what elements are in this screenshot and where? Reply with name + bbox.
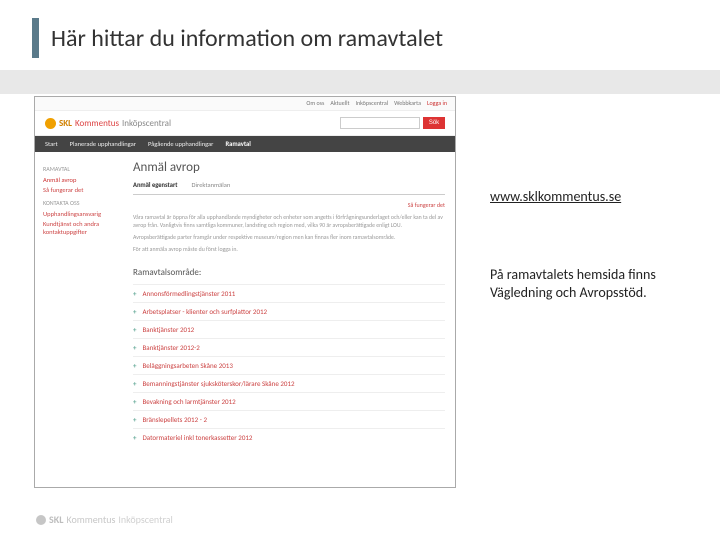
list-item-link[interactable]: Banktjänster 2012: [143, 325, 195, 334]
list-item-link[interactable]: Bränslepellets 2012 - 2: [143, 415, 208, 424]
search-button[interactable]: Sök: [423, 117, 445, 129]
logo-text: SKL: [59, 118, 72, 129]
search-area: Sök: [340, 117, 445, 129]
title-accent: [32, 18, 39, 58]
expand-icon: +: [133, 325, 137, 334]
list-item[interactable]: + Banktjänster 2012: [133, 320, 445, 338]
sidebar-link[interactable]: Kundtjänst och andra kontaktuppgifter: [43, 220, 117, 236]
list-item[interactable]: + Beläggningsarbeten Skåne 2013: [133, 356, 445, 374]
expand-icon: +: [133, 415, 137, 424]
list-item[interactable]: + Arbetsplatser - klienter och surfplatto…: [133, 302, 445, 320]
sidebar-link[interactable]: Anmäl avrop: [43, 176, 117, 184]
list-item-link[interactable]: Annonsförmedlingstjänster 2011: [143, 289, 236, 298]
topbar-link[interactable]: Om oss: [306, 99, 324, 108]
topbar-login[interactable]: Logga in: [427, 99, 447, 108]
sidebar-heading: KONTAKTA OSS: [43, 199, 117, 207]
footer-text: Inköpscentral: [118, 513, 172, 526]
tab-active[interactable]: Anmäl egenstart: [133, 181, 178, 191]
paragraph: Avropsberättigade parter framgår under r…: [133, 233, 445, 241]
slide-link[interactable]: www.sklkommentus.se: [490, 188, 621, 206]
sidebar-link[interactable]: Så fungerar det: [43, 186, 117, 194]
site-logo[interactable]: SKL Kommentus Inköpscentral: [45, 118, 171, 129]
logo-text: Kommentus: [75, 118, 119, 129]
group-heading: Ramavtalsområde:: [133, 267, 445, 278]
sub-row: Så fungerar det: [133, 201, 445, 209]
tabs: Anmäl egenstart Direktanmälan: [133, 181, 445, 195]
list-item[interactable]: + Bränslepellets 2012 - 2: [133, 410, 445, 428]
nav-item-active[interactable]: Ramavtal: [225, 140, 250, 148]
expand-icon: +: [133, 379, 137, 388]
main-nav: Start Planerade upphandlingar Pågående u…: [35, 136, 455, 152]
list-item-link[interactable]: Datormateriel inkl tonerkassetter 2012: [143, 433, 253, 442]
expand-icon: +: [133, 397, 137, 406]
topbar: Om oss Aktuellt Inköpscentral Webbkarta …: [35, 97, 455, 111]
footer-text: SKL: [49, 513, 63, 526]
list-item[interactable]: + Bevakning och larmtjänster 2012: [133, 392, 445, 410]
expand-icon: +: [133, 307, 137, 316]
search-input[interactable]: [340, 117, 420, 129]
sidebar-link[interactable]: Upphandlingsansvarig: [43, 210, 117, 218]
list-item-link[interactable]: Beläggningsarbeten Skåne 2013: [143, 361, 233, 370]
list-item[interactable]: + Datormateriel inkl tonerkassetter 2012: [133, 428, 445, 446]
sidebar: RAMAVTAL Anmäl avrop Så fungerar det KON…: [35, 152, 123, 454]
main-content: Anmäl avrop Anmäl egenstart Direktanmäla…: [123, 152, 455, 454]
sub-right-link[interactable]: Så fungerar det: [408, 201, 445, 209]
topbar-link[interactable]: Aktuellt: [330, 99, 349, 108]
page-heading: Anmäl avrop: [133, 160, 445, 175]
expand-icon: +: [133, 433, 137, 442]
logo-text: Inköpscentral: [122, 118, 171, 129]
list-item[interactable]: + Bemanningstjänster sjuksköterskor/lärar…: [133, 374, 445, 392]
list-item-link[interactable]: Banktjänster 2012-2: [143, 343, 200, 352]
logo-icon: [45, 118, 56, 129]
list-item-link[interactable]: Bevakning och larmtjänster 2012: [143, 397, 236, 406]
logo-icon: [36, 515, 46, 525]
footer-logo: SKL Kommentus Inköpscentral: [36, 513, 173, 526]
paragraph: Våra ramavtal är öppna för alla upphandl…: [133, 213, 445, 229]
body: RAMAVTAL Anmäl avrop Så fungerar det KON…: [35, 152, 455, 454]
tab[interactable]: Direktanmälan: [192, 181, 231, 191]
group-list: + Annonsförmedlingstjänster 2011 + Arbetspl…: [133, 284, 445, 446]
sidebar-heading: RAMAVTAL: [43, 165, 117, 173]
slide-title: Här hittar du information om ramavtalet: [51, 24, 443, 53]
slide-title-bar: Här hittar du information om ramavtalet: [32, 18, 443, 58]
list-item-link[interactable]: Arbetsplatser - klienter och surfplattor…: [143, 307, 268, 316]
paragraph: För att anmäla avrop måste du först logg…: [133, 245, 445, 253]
topbar-link[interactable]: Webbkarta: [394, 99, 421, 108]
expand-icon: +: [133, 289, 137, 298]
list-item[interactable]: + Banktjänster 2012-2: [133, 338, 445, 356]
list-item-link[interactable]: Bemanningstjänster sjuksköterskor/lärare…: [143, 379, 295, 388]
list-item[interactable]: + Annonsförmedlingstjänster 2011: [133, 284, 445, 302]
nav-item[interactable]: Start: [45, 140, 58, 148]
expand-icon: +: [133, 343, 137, 352]
nav-item[interactable]: Pågående upphandlingar: [148, 140, 213, 148]
header: SKL Kommentus Inköpscentral Sök: [35, 111, 455, 136]
embedded-screenshot: Om oss Aktuellt Inköpscentral Webbkarta …: [34, 96, 456, 488]
slide-body-text: På ramavtalets hemsida finns Vägledning …: [490, 266, 670, 302]
footer-text: Kommentus: [66, 513, 115, 526]
topbar-link[interactable]: Inköpscentral: [355, 99, 388, 108]
gray-band: [0, 70, 720, 94]
nav-item[interactable]: Planerade upphandlingar: [70, 140, 136, 148]
expand-icon: +: [133, 361, 137, 370]
